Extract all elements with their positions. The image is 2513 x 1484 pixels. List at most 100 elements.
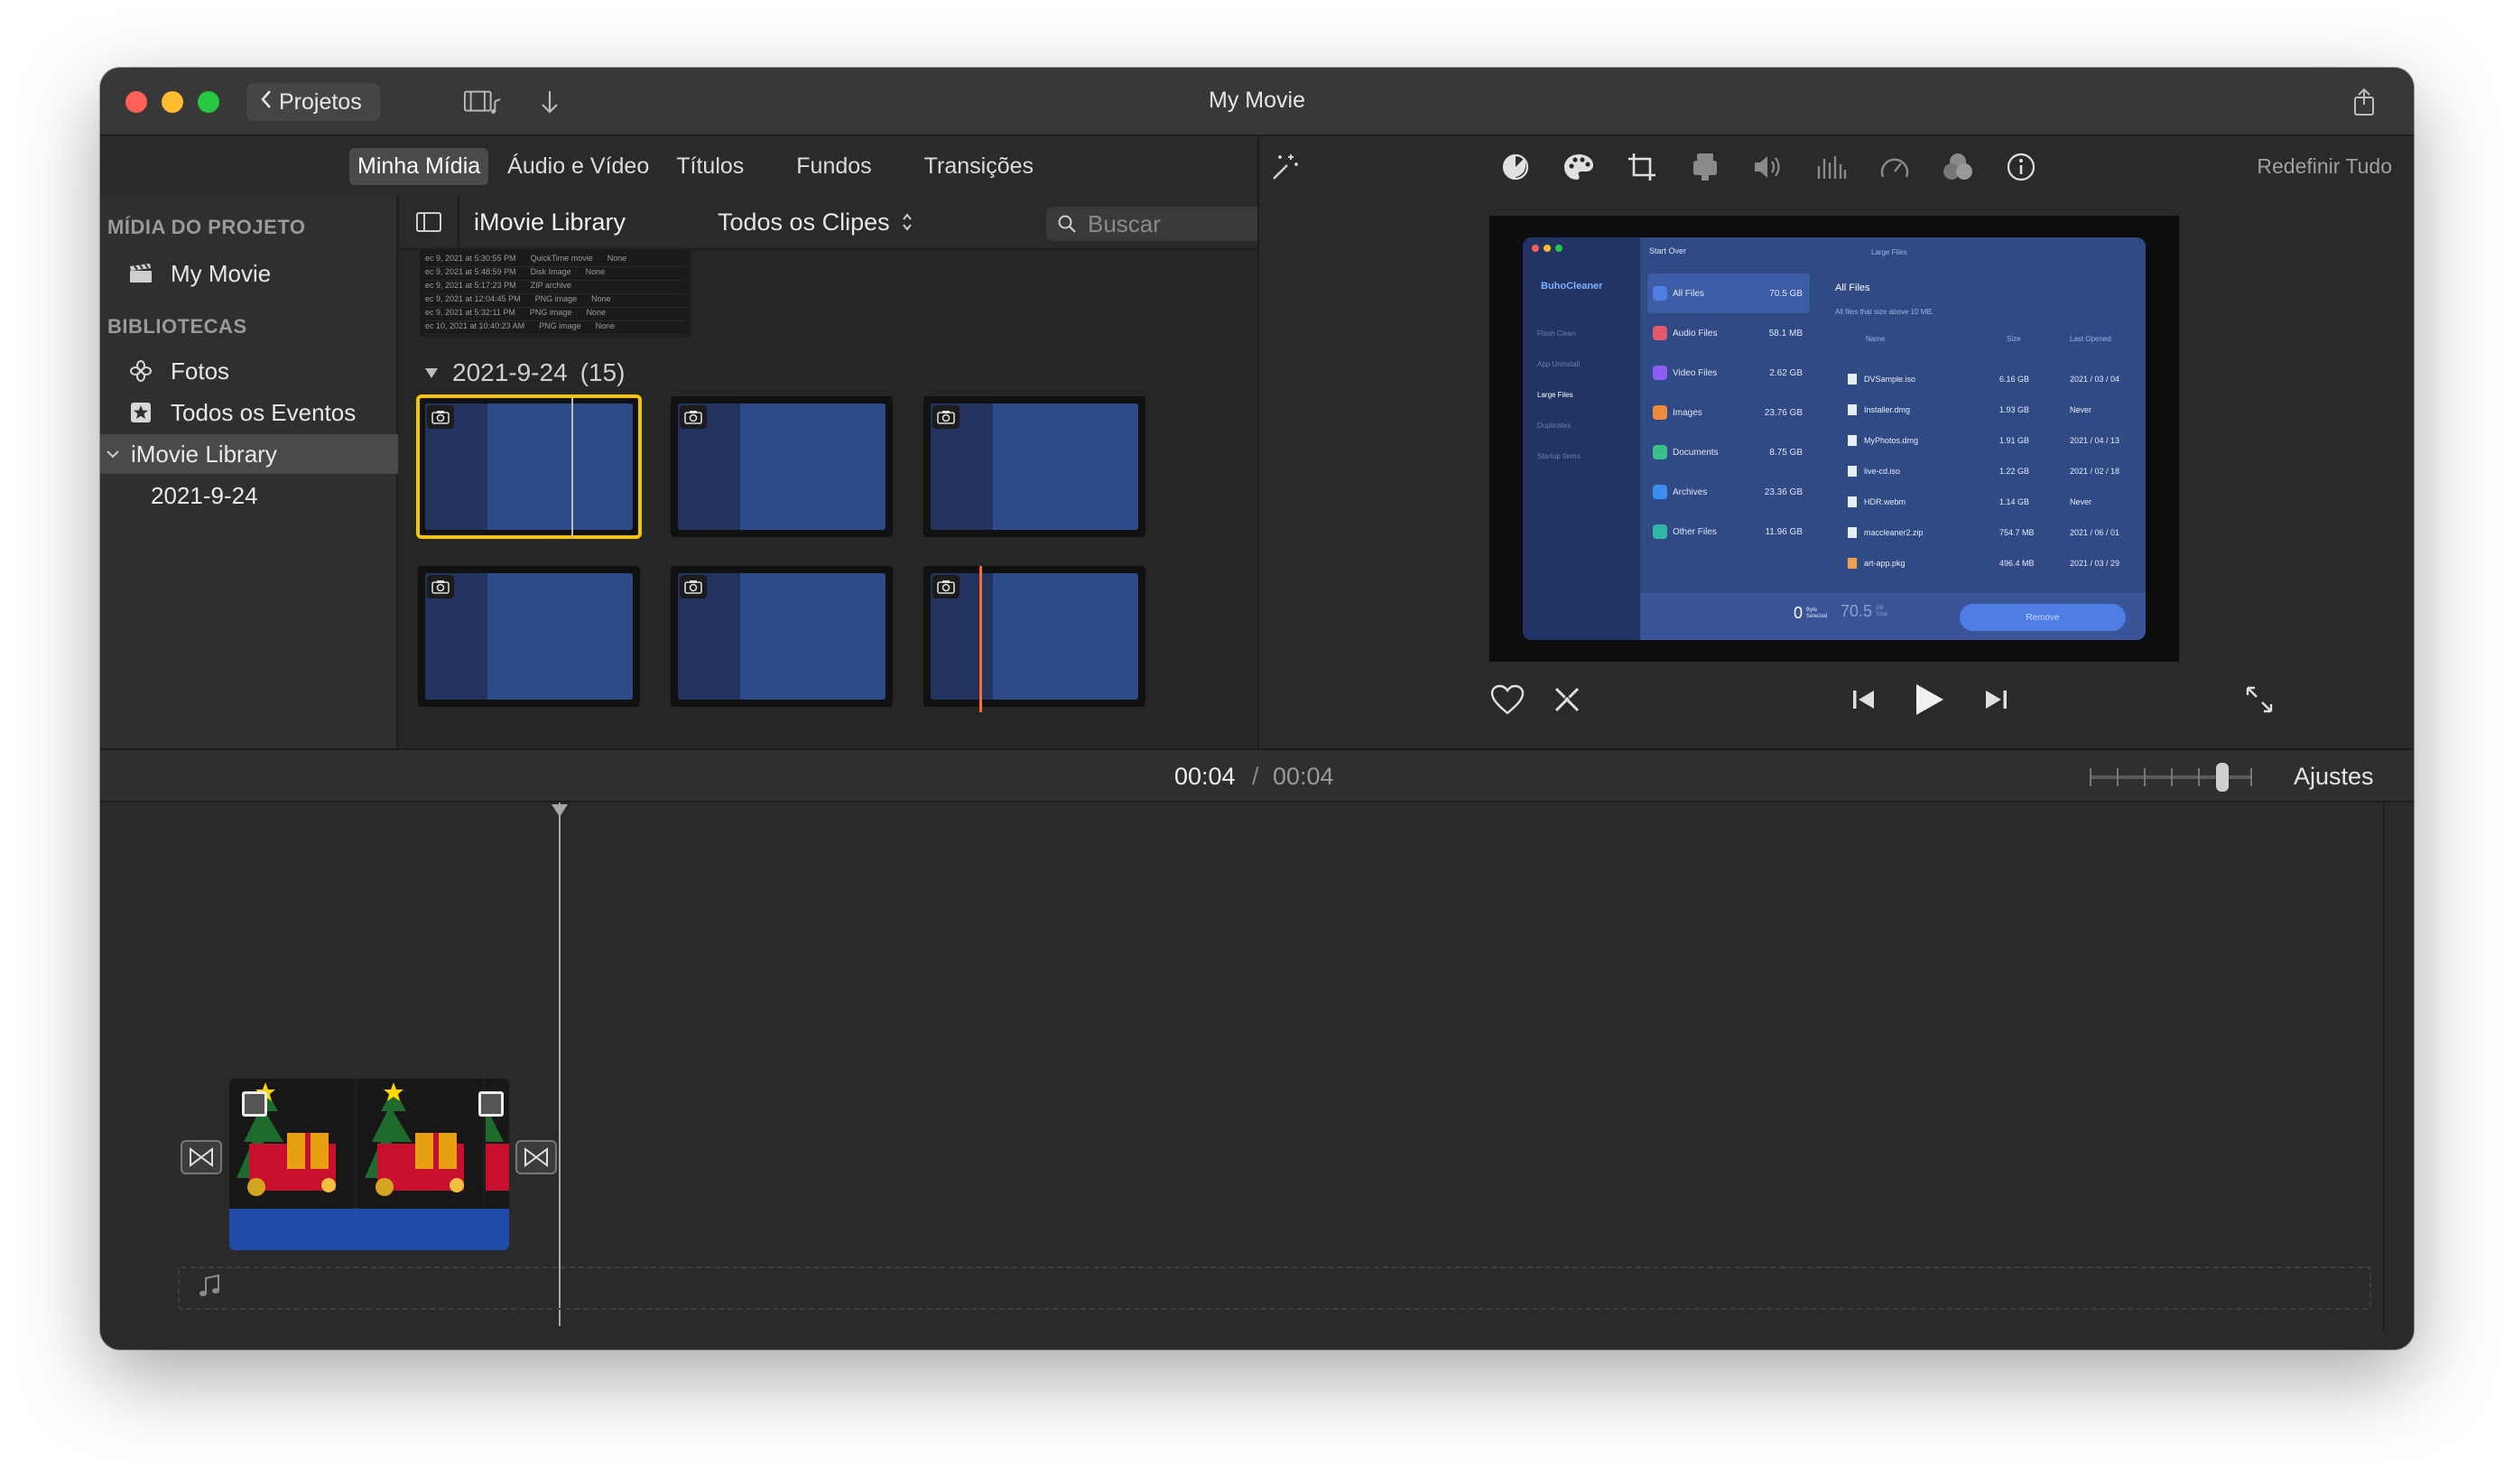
adjustments-toolbar: Redefinir Tudo [1259, 136, 2414, 196]
search-placeholder: Buscar [1088, 209, 1161, 237]
timeline-clip[interactable] [229, 1079, 509, 1250]
sidebar-item-my-movie[interactable]: My Movie [100, 254, 398, 293]
list-item: art-app.pkg 496.4 MB 2021 / 03 / 29 [1835, 548, 2133, 579]
preview-frame: BuhoCleaner Flash Clean App Uninstall La… [1523, 237, 2146, 640]
magic-wand-icon[interactable] [1268, 151, 1301, 183]
list-item: Installer.dmg 1.93 GB Never [1835, 394, 2133, 425]
partial-clip-thumbnail[interactable]: ec 9, 2021 at 5:30:55 PM QuickTime movie N… [420, 250, 691, 337]
camera-icon [680, 405, 707, 429]
camera-icon [932, 575, 960, 598]
clip-browser-grid: ec 9, 2021 at 5:30:55 PM QuickTime movie N… [400, 250, 1257, 748]
clip-preview [425, 403, 633, 530]
sidebar-item-event-2021-9-24[interactable]: 2021-9-24 [100, 476, 398, 515]
clip-start-handle[interactable] [242, 1091, 267, 1117]
transition-end-icon[interactable] [515, 1140, 557, 1174]
media-browser-pane: Minha Mídia Áudio e Vídeo Títulos Fundos… [100, 136, 1349, 748]
media-tabs: Minha Mídia Áudio e Vídeo Títulos Fundos… [100, 136, 1257, 196]
zoom-slider-knob[interactable] [2216, 763, 2229, 792]
reset-all-button[interactable]: Redefinir Tudo [2257, 154, 2392, 179]
app-side-item: Large Files [1537, 391, 1573, 399]
info-icon[interactable] [2005, 151, 2037, 183]
clip-frame [357, 1079, 482, 1209]
clips-filter-label: Todos os Clipes [718, 208, 890, 236]
app-list-title: All Files [1835, 283, 1870, 293]
clip-thumbnail[interactable] [416, 394, 642, 539]
clip-filter-icon[interactable] [1942, 151, 1974, 183]
project-media-heading: MÍDIA DO PROJETO [107, 216, 306, 238]
skimmer-line [571, 396, 573, 537]
camera-icon [427, 405, 454, 429]
background-music-well[interactable] [178, 1266, 2371, 1310]
clip-preview [931, 573, 1138, 700]
event-header[interactable]: 2021-9-24 (15) [423, 358, 625, 387]
color-balance-icon[interactable] [1499, 151, 1532, 183]
fullscreen-icon[interactable] [2241, 682, 2277, 718]
disclosure-triangle-icon[interactable] [423, 366, 440, 380]
tab-transitions[interactable]: Transições [916, 148, 1042, 185]
skip-forward-icon[interactable] [1978, 682, 2014, 718]
libraries-sidebar: MÍDIA DO PROJETO My Movie BIBLIOTECAS Fo… [100, 196, 398, 748]
viewer-pane: Redefinir Tudo BuhoCleaner Flash Clean A… [1259, 136, 2414, 748]
transition-start-icon[interactable] [181, 1140, 222, 1174]
sidebar-item-photos[interactable]: Fotos [100, 351, 398, 391]
favorite-heart-icon[interactable] [1487, 682, 1528, 718]
app-total-summary: 70.5 GB Total [1841, 602, 1887, 620]
list-item: Other Files 11.96 GB [1647, 512, 1810, 552]
clips-filter-select[interactable]: Todos os Clipes [718, 209, 913, 237]
clip-thumbnail[interactable] [923, 566, 1145, 712]
table-row: ec 9, 2021 at 5:48:59 PM Disk Image None [425, 267, 685, 281]
app-brand: BuhoCleaner [1541, 281, 1603, 292]
list-item: Video Files 2.62 GB [1647, 353, 1810, 393]
clip-thumbnail[interactable] [671, 396, 893, 537]
event-title: 2021-9-24 [452, 358, 568, 386]
music-note-icon [198, 1274, 221, 1303]
timeline-playhead[interactable] [559, 802, 561, 1326]
current-time: 00:04 [1174, 763, 1236, 790]
play-icon[interactable] [1909, 682, 1949, 718]
search-input[interactable]: Buscar [1046, 207, 1294, 241]
skip-back-icon[interactable] [1846, 682, 1882, 718]
color-correction-palette-icon[interactable] [1563, 151, 1595, 183]
timeline-settings-button[interactable]: Ajustes [2294, 763, 2374, 791]
share-icon[interactable] [2344, 84, 2384, 120]
camera-icon [932, 405, 960, 429]
list-item: DVSample.iso 6.16 GB 2021 / 03 / 04 [1835, 364, 2133, 394]
tab-audio-video[interactable]: Áudio e Vídeo [499, 148, 657, 185]
app-category-list: All Files 70.5 GB Audio Files 58.1 MB Vide… [1647, 274, 1810, 552]
app-side-item: Duplicates [1537, 422, 1572, 430]
list-item: HDR.webm 1.14 GB Never [1835, 487, 2133, 517]
app-side-item: Startup Items [1537, 452, 1581, 460]
reject-x-icon[interactable] [1546, 682, 1588, 718]
tab-titles[interactable]: Títulos [668, 148, 752, 185]
clapperboard-icon [127, 263, 154, 284]
skimmer-playhead [979, 566, 982, 712]
imovie-window: Projetos My Movie Minha Mídia Áudio e Ví… [100, 68, 2414, 1350]
sidebar-toggle-icon[interactable] [400, 195, 459, 249]
equalizer-icon[interactable] [1815, 151, 1848, 183]
sidebar-item-label: My Movie [171, 259, 272, 287]
sidebar-item-imovie-library[interactable]: iMovie Library [100, 434, 398, 474]
star-icon [127, 401, 154, 424]
tab-backgrounds[interactable]: Fundos [788, 148, 879, 185]
volume-icon[interactable] [1752, 151, 1785, 183]
app-side-item: App Uninstall [1537, 360, 1581, 368]
crop-icon[interactable] [1626, 151, 1658, 183]
stabilization-camera-icon[interactable] [1689, 151, 1721, 183]
tab-my-media[interactable]: Minha Mídia [349, 147, 489, 185]
video-preview[interactable]: BuhoCleaner Flash Clean App Uninstall La… [1489, 216, 2179, 662]
app-footer: 0 Byte Selected 70.5 GB Total Remove [1640, 593, 2146, 640]
app-remove-button: Remove [1960, 604, 2126, 631]
list-item: maccleaner2.zip 754.7 MB 2021 / 06 / 01 [1835, 517, 2133, 548]
updown-chevron-icon [902, 213, 912, 231]
project-timeline[interactable] [100, 802, 2414, 1350]
photos-icon [127, 359, 154, 383]
clip-thumbnail[interactable] [418, 566, 640, 707]
clip-thumbnail[interactable] [671, 566, 893, 707]
sidebar-item-all-events[interactable]: Todos os Eventos [100, 393, 398, 432]
chevron-down-icon[interactable] [106, 449, 125, 459]
speed-gauge-icon[interactable] [1878, 151, 1911, 183]
sidebar-item-label: iMovie Library [131, 440, 277, 468]
clip-end-handle[interactable] [478, 1091, 504, 1117]
app-side-item: Flash Clean [1537, 329, 1576, 338]
clip-thumbnail[interactable] [923, 396, 1145, 537]
